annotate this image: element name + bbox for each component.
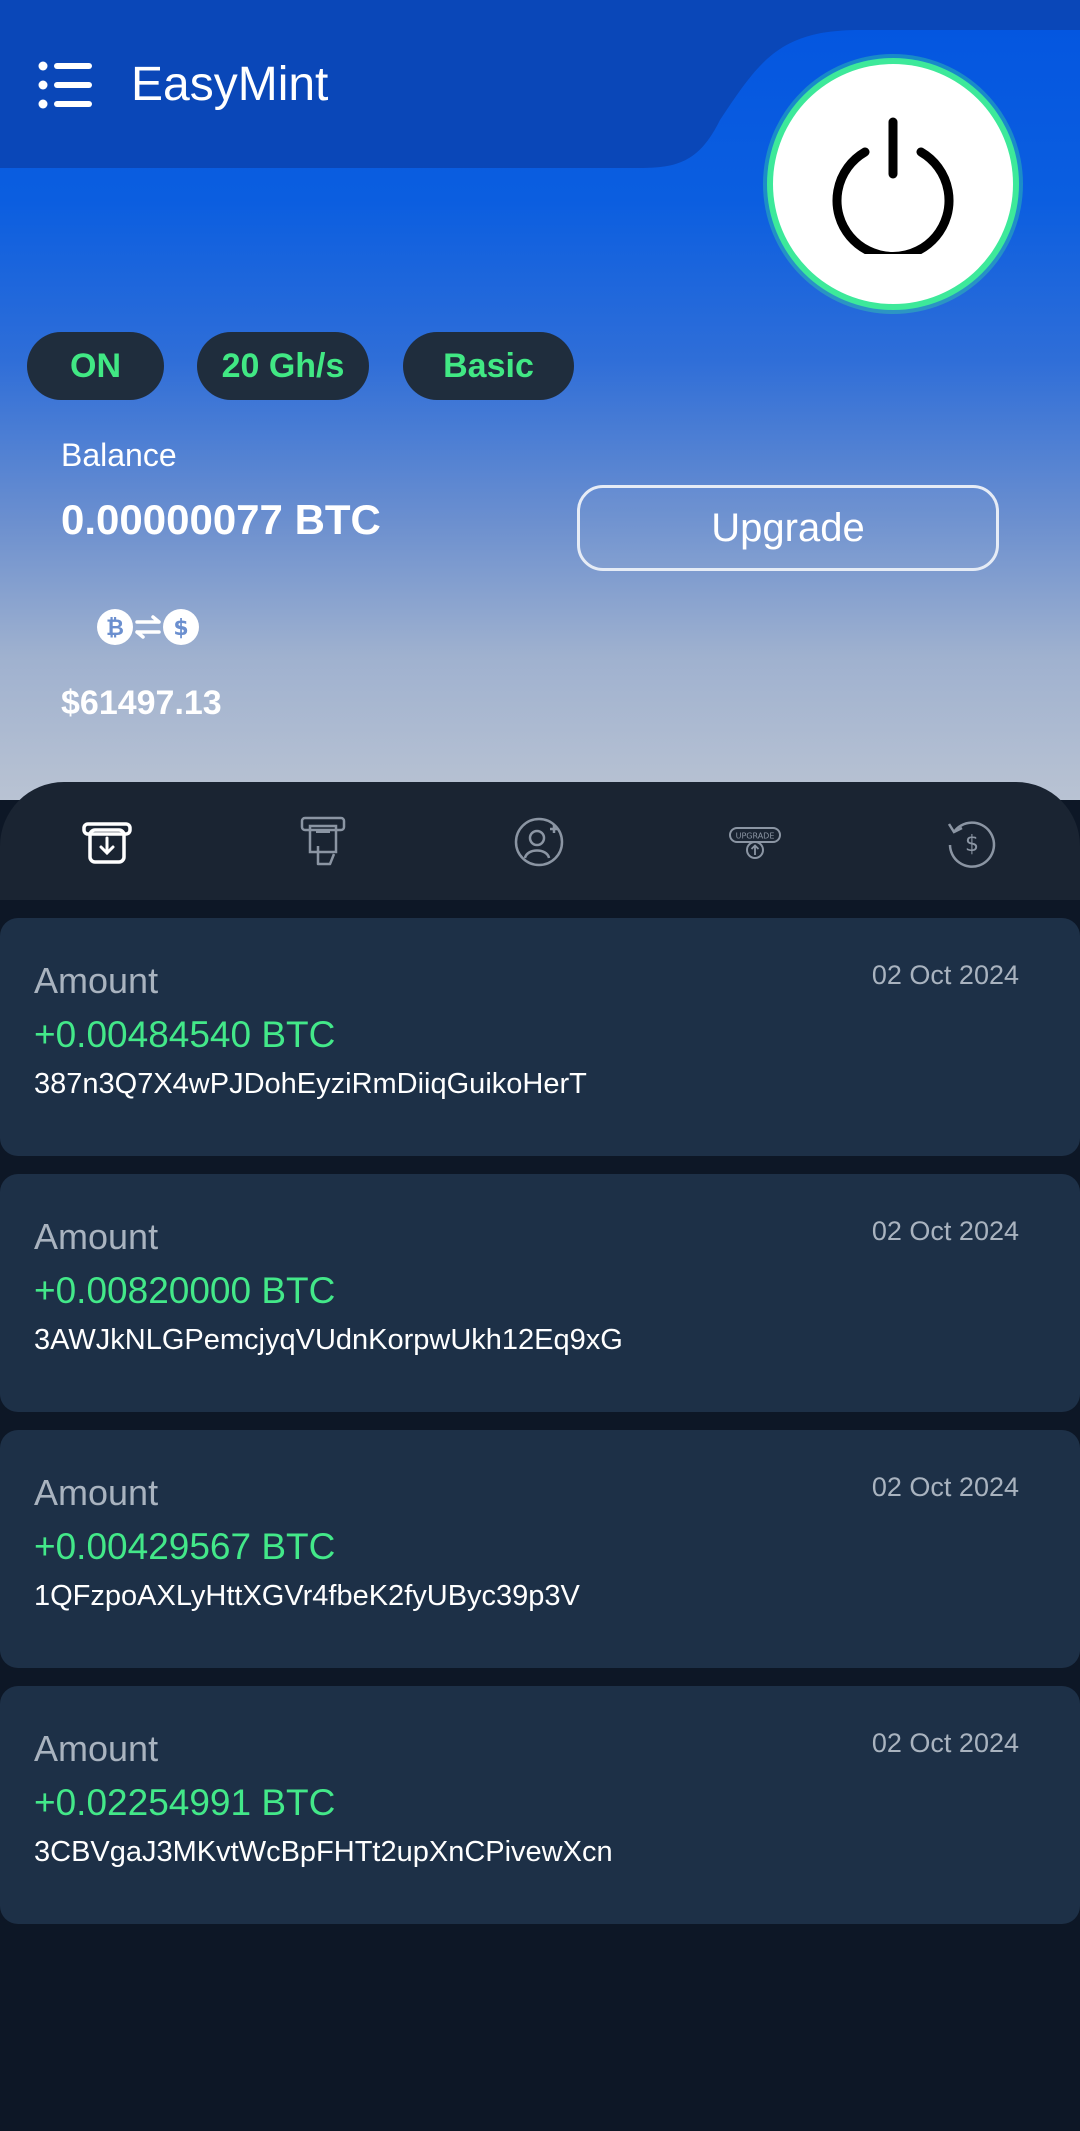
tab-bar: UPGRADE $ — [0, 782, 1080, 900]
tab-atm[interactable] — [293, 812, 353, 872]
transaction-card[interactable]: Amount 02 Oct 2024 +0.00429567 BTC 1QFzp… — [0, 1430, 1080, 1668]
amount-label: Amount — [34, 960, 159, 1001]
transaction-amount: +0.00484540 BTC — [34, 1014, 336, 1055]
app-title: EasyMint — [131, 58, 329, 111]
transaction-card[interactable]: Amount 02 Oct 2024 +0.00820000 BTC 3AWJk… — [0, 1174, 1080, 1412]
tab-upgrade[interactable]: UPGRADE — [725, 812, 785, 872]
transaction-date: 02 Oct 2024 — [871, 960, 1019, 990]
transaction-card[interactable]: Amount 02 Oct 2024 +0.02254991 BTC 3CBVg… — [0, 1686, 1080, 1924]
transaction-date: 02 Oct 2024 — [871, 1472, 1019, 1502]
balance-btc: 0.00000077 BTC — [61, 496, 381, 543]
transaction-address: 3CBVgaJ3MKvtWcBpFHTt2upXnCPivewXcn — [34, 1836, 613, 1868]
transaction-card[interactable]: Amount 02 Oct 2024 +0.00484540 BTC 387n3… — [0, 918, 1080, 1156]
transaction-date: 02 Oct 2024 — [871, 1728, 1019, 1758]
transaction-address: 3AWJkNLGPemcjyqVUdnKorpwUkh12Eq9xG — [34, 1324, 623, 1356]
atm-icon — [300, 816, 346, 866]
transaction-address: 387n3Q7X4wPJDohEyziRmDiiqGuikoHerT — [34, 1068, 587, 1100]
tab-withdraw[interactable] — [77, 812, 137, 872]
referral-icon — [514, 817, 564, 867]
amount-label: Amount — [34, 1728, 159, 1769]
svg-text:UPGRADE: UPGRADE — [736, 832, 775, 841]
svg-text:$: $ — [965, 832, 979, 857]
svg-text:₿: ₿ — [106, 616, 124, 641]
status-chip-plan: Basic — [403, 332, 574, 400]
transaction-amount: +0.00429567 BTC — [34, 1526, 336, 1567]
transaction-amount: +0.00820000 BTC — [34, 1270, 336, 1311]
balance-label: Balance — [61, 437, 177, 473]
status-chip-hashrate: 20 Gh/s — [197, 332, 369, 400]
power-button[interactable] — [773, 64, 1013, 304]
transaction-date: 02 Oct 2024 — [871, 1216, 1019, 1246]
btc-usd-convert-icon: ₿ $ — [95, 607, 205, 652]
transaction-amount: +0.02254991 BTC — [34, 1782, 336, 1823]
amount-label: Amount — [34, 1472, 159, 1513]
upgrade-button[interactable]: Upgrade — [577, 485, 999, 571]
svg-text:$: $ — [173, 616, 188, 641]
amount-label: Amount — [34, 1216, 159, 1257]
balance-usd: $61497.13 — [61, 684, 222, 722]
menu-icon[interactable] — [38, 60, 94, 110]
transaction-address: 1QFzpoAXLyHttXGVr4fbeK2fyUByc39p3V — [34, 1580, 580, 1612]
upgrade-icon: UPGRADE — [729, 827, 781, 859]
tab-referral[interactable] — [509, 812, 569, 872]
history-icon: $ — [947, 821, 996, 868]
status-chip-mining: ON — [27, 332, 164, 400]
withdraw-icon — [82, 822, 132, 864]
power-icon — [832, 117, 954, 254]
tab-history[interactable]: $ — [941, 812, 1001, 872]
